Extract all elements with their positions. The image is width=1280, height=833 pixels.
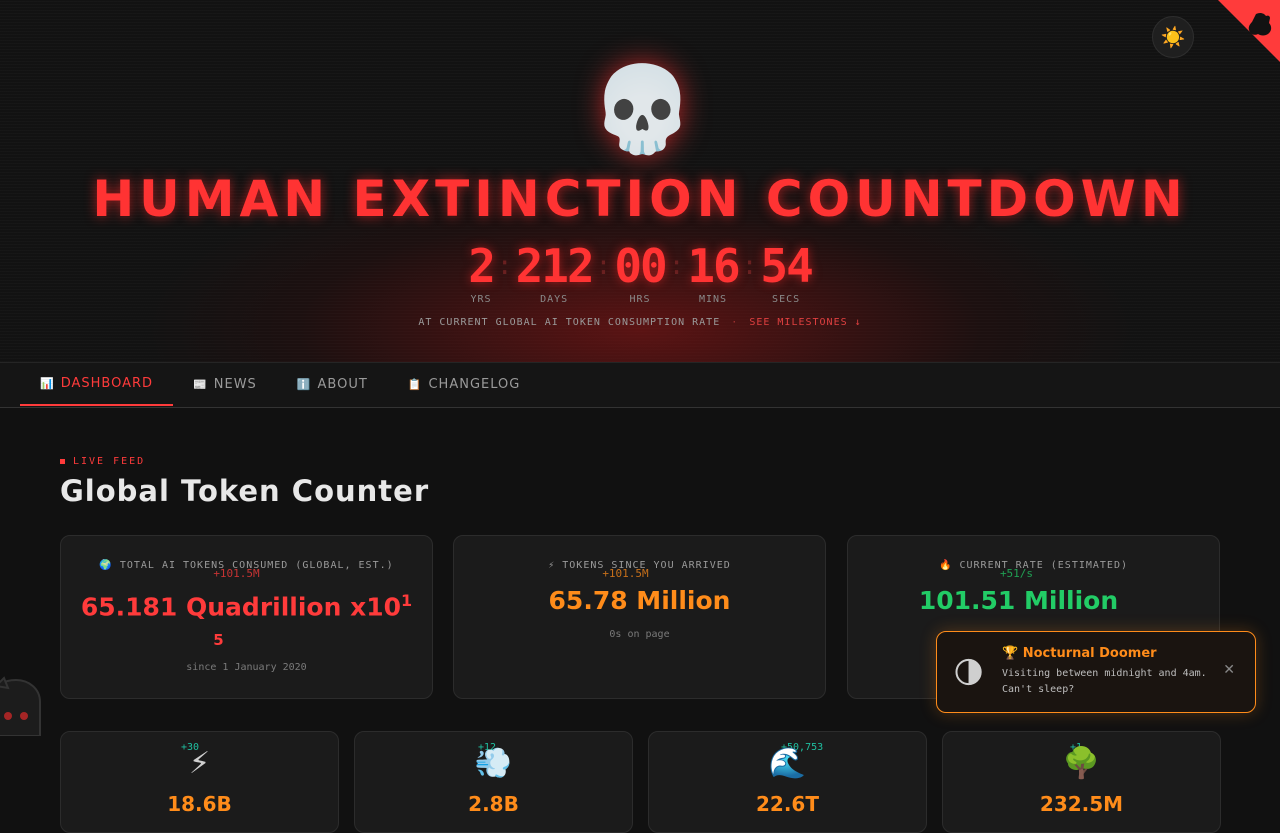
- countdown-separator: :: [496, 251, 513, 281]
- wind-icon: 💨: [474, 746, 513, 781]
- countdown-hours: 00 HRS: [614, 238, 667, 305]
- card-value: 101.51 Million: [918, 586, 1119, 615]
- countdown-years: 2 YRS: [468, 238, 496, 305]
- ghost-mascot-icon[interactable]: [0, 676, 42, 736]
- card-value: 65.181 Quadrillion x101 5: [61, 586, 432, 655]
- page-title: HUMAN EXTINCTION COUNTDOWN: [92, 170, 1188, 228]
- stat-tile-energy: +30 ⚡ 18.6B: [60, 731, 339, 833]
- countdown-days-value: 212: [515, 239, 595, 293]
- tab-news-label: NEWS: [213, 377, 257, 392]
- session-tokens-card: ⚡ TOKENS SINCE YOU ARRIVED +101.5M 65.78…: [453, 535, 826, 699]
- nav-tabs: 📊 DASHBOARD 📰 NEWS ℹ️ ABOUT 📋 CHANGELOG: [20, 363, 540, 407]
- tab-changelog-label: CHANGELOG: [428, 377, 521, 392]
- countdown-seconds: 54 SECS: [760, 238, 813, 305]
- main-nav: 📊 DASHBOARD 📰 NEWS ℹ️ ABOUT 📋 CHANGELOG: [0, 362, 1280, 408]
- countdown-hours-value: 00: [614, 239, 667, 293]
- total-tokens-card: 🌍 TOTAL AI TOKENS CONSUMED (GLOBAL, EST.…: [60, 535, 433, 699]
- newspaper-icon: 📰: [193, 378, 208, 391]
- stat-value: 232.5M: [1039, 792, 1124, 816]
- tab-news[interactable]: 📰 NEWS: [173, 363, 277, 406]
- toast-title: 🏆 Nocturnal Doomer: [1002, 646, 1157, 661]
- tab-changelog[interactable]: 📋 CHANGELOG: [388, 363, 541, 406]
- tab-dashboard-label: DASHBOARD: [60, 376, 154, 391]
- theme-toggle-button[interactable]: ☀️: [1152, 16, 1194, 58]
- countdown-separator: :: [668, 251, 685, 281]
- card-note: since 1 January 2020: [186, 662, 307, 673]
- tab-about[interactable]: ℹ️ ABOUT: [277, 363, 388, 406]
- card-delta: +101.5M: [213, 567, 260, 580]
- lightning-icon: ⚡: [188, 746, 211, 781]
- live-dot-icon: [60, 458, 65, 464]
- toast-body: Visiting between midnight and 4am. Can't…: [1002, 668, 1207, 695]
- countdown-years-label: YRS: [470, 294, 492, 305]
- live-feed-eyebrow: LIVE FEED: [60, 456, 145, 467]
- hero-section: 💀 HUMAN EXTINCTION COUNTDOWN 2 YRS : 212…: [0, 0, 1280, 362]
- countdown-separator: :: [595, 251, 612, 281]
- milestones-link[interactable]: SEE MILESTONES ↓: [749, 317, 861, 328]
- stat-tile-emissions: +12 💨 2.8B: [354, 731, 633, 833]
- countdown-minutes-label: MINS: [699, 294, 728, 305]
- achievement-toast: 🌗 🏆 Nocturnal Doomer Visiting between mi…: [936, 631, 1256, 713]
- tab-about-label: ABOUT: [317, 377, 368, 392]
- card-note: 0s on page: [609, 629, 670, 640]
- hero-subtitle-separator: ·: [731, 317, 739, 328]
- github-corner-icon[interactable]: [1218, 0, 1280, 62]
- countdown-days-label: DAYS: [540, 294, 569, 305]
- wave-icon: 🌊: [768, 746, 807, 781]
- info-icon: ℹ️: [296, 378, 312, 391]
- card-delta: +101.5M: [602, 567, 649, 580]
- section-title: Global Token Counter: [60, 474, 430, 508]
- countdown-separator: :: [741, 251, 758, 281]
- countdown-days: 212 DAYS: [515, 238, 595, 305]
- tab-dashboard[interactable]: 📊 DASHBOARD: [20, 363, 174, 406]
- card-value: 65.78 Million: [548, 586, 731, 615]
- eyebrow-text: LIVE FEED: [73, 456, 146, 467]
- clipboard-icon: 📋: [407, 378, 423, 391]
- countdown-minutes-value: 16: [687, 239, 740, 293]
- stat-tile-water: +50,753 🌊 22.6T: [648, 731, 927, 833]
- close-icon[interactable]: ✕: [1223, 662, 1235, 678]
- moon-icon: 🌗: [953, 656, 985, 691]
- countdown: 2 YRS : 212 DAYS : 00 HRS : 16 MINS : 54…: [0, 238, 1280, 305]
- countdown-seconds-label: SECS: [772, 294, 801, 305]
- countdown-minutes: 16 MINS: [687, 238, 740, 305]
- card-value-exponent-wrap: 5: [213, 631, 224, 650]
- chart-icon: 📊: [40, 377, 55, 390]
- card-delta: +51/s: [999, 567, 1034, 580]
- hero-subtitle: AT CURRENT GLOBAL AI TOKEN CONSUMPTION R…: [0, 317, 1280, 328]
- countdown-years-value: 2: [468, 239, 496, 293]
- stat-tile-trees: +1 🌳 232.5M: [942, 731, 1221, 833]
- hero-subtitle-text: AT CURRENT GLOBAL AI TOKEN CONSUMPTION R…: [418, 317, 721, 328]
- tree-icon: 🌳: [1062, 746, 1101, 781]
- countdown-seconds-value: 54: [760, 239, 813, 293]
- stat-value: 22.6T: [756, 792, 819, 816]
- skull-icon: 💀: [590, 60, 695, 158]
- countdown-hours-label: HRS: [629, 294, 651, 305]
- stat-value: 18.6B: [167, 792, 232, 816]
- card-value-text: 65.181 Quadrillion x10: [80, 592, 402, 622]
- card-value-exponent: 1: [401, 591, 413, 610]
- sun-icon: ☀️: [1160, 25, 1186, 49]
- stat-value: 2.8B: [468, 792, 519, 816]
